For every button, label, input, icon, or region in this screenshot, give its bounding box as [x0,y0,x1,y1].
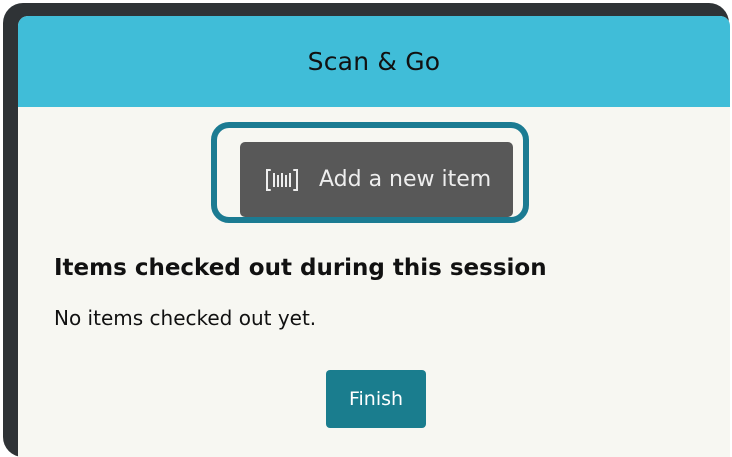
finish-button[interactable]: Finish [326,370,426,428]
barcode-scan-icon [265,168,299,192]
session-items-heading: Items checked out during this session [54,255,547,281]
app-screen: Scan & Go Add a new item Items checked o… [18,16,730,457]
page-title: Scan & Go [307,47,441,76]
app-header: Scan & Go [18,16,730,107]
empty-items-message: No items checked out yet. [54,306,317,330]
add-new-item-label: Add a new item [319,167,492,192]
device-frame: Scan & Go Add a new item Items checked o… [3,3,730,457]
add-new-item-button[interactable]: Add a new item [240,142,513,217]
